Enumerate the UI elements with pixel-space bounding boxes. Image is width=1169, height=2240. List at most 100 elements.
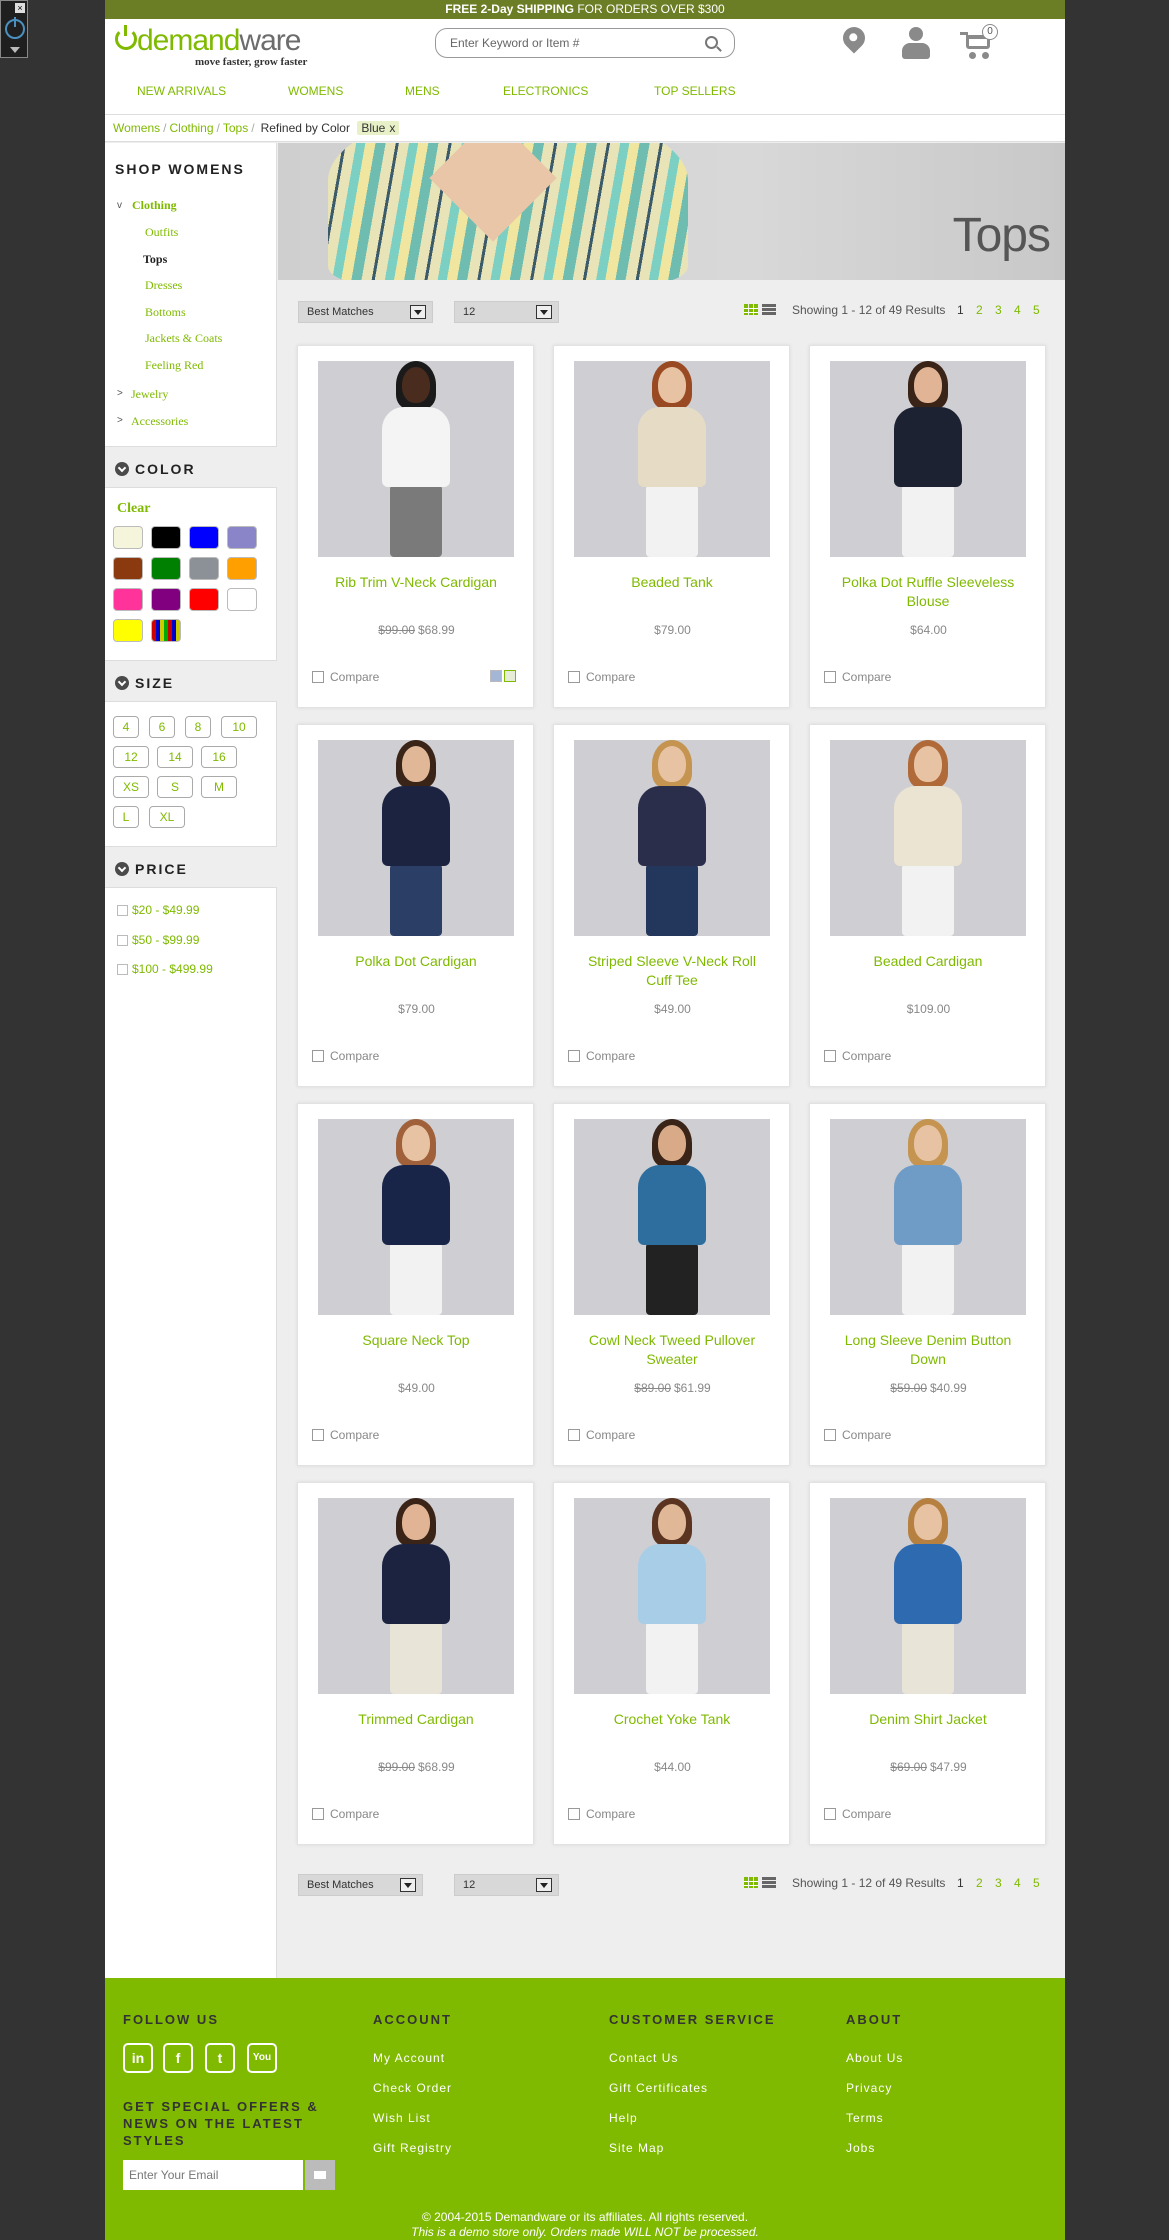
color-swatch[interactable]	[151, 588, 181, 611]
checkbox[interactable]	[312, 1050, 324, 1062]
color-swatch[interactable]	[189, 557, 219, 580]
color-swatch[interactable]	[113, 588, 143, 611]
compare-toggle[interactable]: Compare	[824, 1807, 891, 1821]
compare-toggle[interactable]: Compare	[568, 1807, 635, 1821]
checkbox[interactable]	[568, 1050, 580, 1062]
twitter-icon[interactable]: t	[205, 2043, 235, 2073]
size-10[interactable]: 10	[221, 716, 257, 738]
page-3[interactable]: 3	[995, 1876, 1002, 1890]
size-8[interactable]: 8	[185, 716, 211, 738]
category-clothing[interactable]: Clothing	[132, 198, 177, 213]
size-s[interactable]: S	[157, 776, 193, 798]
category-bottoms[interactable]: Bottoms	[145, 305, 186, 320]
product-name[interactable]: Cowl Neck Tweed Pullover Sweater	[574, 1331, 770, 1369]
category-accessories[interactable]: Accessories	[131, 414, 188, 429]
breadcrumb-womens[interactable]: Womens	[113, 121, 160, 135]
checkbox[interactable]	[824, 671, 836, 683]
grid-view-icon[interactable]	[744, 1877, 758, 1888]
size-xl[interactable]: XL	[149, 806, 185, 828]
product-image[interactable]	[574, 740, 770, 936]
price-refinement-header[interactable]: PRICE	[105, 846, 277, 888]
compare-toggle[interactable]: Compare	[568, 670, 635, 684]
product-name[interactable]: Polka Dot Cardigan	[318, 952, 514, 971]
color-swatch[interactable]	[189, 526, 219, 549]
product-name[interactable]: Striped Sleeve V-Neck Roll Cuff Tee	[574, 952, 770, 990]
checkbox[interactable]	[312, 1429, 324, 1441]
store-locator-icon[interactable]	[838, 22, 870, 63]
compare-toggle[interactable]: Compare	[568, 1049, 635, 1063]
footer-link-site-map[interactable]: Site Map	[609, 2141, 664, 2155]
size-l[interactable]: L	[113, 806, 139, 828]
footer-link-privacy[interactable]: Privacy	[846, 2081, 892, 2095]
per-page-select[interactable]: 12	[454, 1874, 559, 1896]
compare-toggle[interactable]: Compare	[568, 1428, 635, 1442]
clear-color-link[interactable]: Clear	[117, 501, 150, 517]
price-range-3[interactable]: $100 - $499.99	[117, 962, 213, 976]
product-name[interactable]: Beaded Cardigan	[830, 952, 1026, 971]
category-feeling-red[interactable]: Feeling Red	[145, 358, 203, 373]
footer-link-help[interactable]: Help	[609, 2111, 638, 2125]
cart-icon[interactable]: 0	[960, 24, 1000, 61]
nav-womens[interactable]: WOMENS	[288, 84, 343, 98]
size-4[interactable]: 4	[113, 716, 139, 738]
checkbox[interactable]	[117, 905, 128, 916]
color-refinement-header[interactable]: COLOR	[105, 446, 277, 488]
color-swatch[interactable]	[227, 588, 257, 611]
close-icon[interactable]: ×	[15, 3, 25, 13]
compare-toggle[interactable]: Compare	[824, 1428, 891, 1442]
checkbox[interactable]	[824, 1808, 836, 1820]
checkbox[interactable]	[568, 1429, 580, 1441]
checkbox[interactable]	[312, 671, 324, 683]
page-5[interactable]: 5	[1033, 1876, 1040, 1890]
size-16[interactable]: 16	[201, 746, 237, 768]
footer-link-contact-us[interactable]: Contact Us	[609, 2051, 678, 2065]
category-dresses[interactable]: Dresses	[145, 278, 182, 293]
product-image[interactable]	[830, 1119, 1026, 1315]
compare-toggle[interactable]: Compare	[824, 670, 891, 684]
chevron-down-icon[interactable]	[10, 47, 20, 53]
nav-electronics[interactable]: ELECTRONICS	[503, 84, 588, 98]
color-swatch[interactable]	[227, 526, 257, 549]
checkbox[interactable]	[117, 935, 128, 946]
product-image[interactable]	[574, 1119, 770, 1315]
footer-link-check-order[interactable]: Check Order	[373, 2081, 452, 2095]
product-name[interactable]: Rib Trim V-Neck Cardigan	[318, 573, 514, 592]
checkbox[interactable]	[117, 964, 128, 975]
footer-link-jobs[interactable]: Jobs	[846, 2141, 875, 2155]
color-swatch[interactable]	[113, 557, 143, 580]
color-swatch-miscellaneous[interactable]	[151, 619, 181, 642]
compare-toggle[interactable]: Compare	[312, 1807, 379, 1821]
color-swatch[interactable]	[151, 557, 181, 580]
page-5[interactable]: 5	[1033, 303, 1040, 317]
search-input[interactable]	[450, 34, 690, 52]
checkbox[interactable]	[568, 671, 580, 683]
page-2[interactable]: 2	[976, 303, 983, 317]
footer-link-terms[interactable]: Terms	[846, 2111, 884, 2125]
sort-select[interactable]: Best Matches	[298, 1874, 423, 1896]
power-icon[interactable]	[5, 17, 25, 39]
account-icon[interactable]	[900, 27, 932, 61]
page-4[interactable]: 4	[1014, 303, 1021, 317]
size-xs[interactable]: XS	[113, 776, 149, 798]
grid-view-icon[interactable]	[744, 304, 758, 315]
category-jewelry[interactable]: Jewelry	[131, 387, 168, 402]
product-image[interactable]	[318, 740, 514, 936]
product-name[interactable]: Crochet Yoke Tank	[574, 1710, 770, 1729]
category-jackets-coats[interactable]: Jackets & Coats	[145, 331, 222, 346]
youtube-icon[interactable]: You	[247, 2043, 277, 2073]
email-input[interactable]	[123, 2160, 303, 2190]
list-view-icon[interactable]	[762, 1877, 776, 1888]
page-4[interactable]: 4	[1014, 1876, 1021, 1890]
color-swatch[interactable]	[490, 670, 502, 682]
size-refinement-header[interactable]: SIZE	[105, 660, 277, 702]
price-range-2[interactable]: $50 - $99.99	[117, 933, 199, 947]
facebook-icon[interactable]: f	[163, 2043, 193, 2073]
product-name[interactable]: Square Neck Top	[318, 1331, 514, 1350]
size-6[interactable]: 6	[149, 716, 175, 738]
product-image[interactable]	[830, 740, 1026, 936]
category-tops[interactable]: Tops	[143, 252, 167, 267]
footer-link-gift-registry[interactable]: Gift Registry	[373, 2141, 452, 2155]
color-swatch[interactable]	[227, 557, 257, 580]
color-swatch[interactable]	[113, 619, 143, 642]
product-image[interactable]	[830, 1498, 1026, 1694]
